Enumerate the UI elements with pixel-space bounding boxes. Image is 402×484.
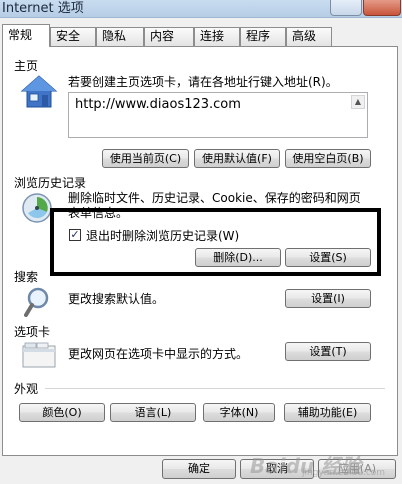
- ok-button[interactable]: 确定: [162, 459, 236, 479]
- use-default-button[interactable]: 使用默认值(F): [194, 149, 280, 168]
- tabs-description: 更改网页在选项卡中显示的方式。: [68, 347, 249, 361]
- accessibility-button[interactable]: 辅助功能(E): [284, 403, 371, 422]
- tabs-settings-button[interactable]: 设置(T): [285, 342, 371, 361]
- languages-button[interactable]: 语言(L): [110, 403, 196, 422]
- minimize-button[interactable]: [330, 0, 362, 16]
- baidu-watermark-url: jingyan.baidu.com: [302, 468, 386, 478]
- tab-advanced[interactable]: 高级: [286, 27, 332, 46]
- highlight-box: [50, 208, 381, 276]
- homepage-url-field[interactable]: http://www.diaos123.com ▲: [68, 92, 368, 138]
- search-description: 更改搜索默认值。: [68, 292, 165, 306]
- tab-content[interactable]: 内容: [144, 27, 194, 46]
- homepage-url-value: http://www.diaos123.com: [75, 97, 241, 112]
- magnifier-icon: [24, 285, 56, 319]
- appearance-section-label: 外观: [14, 382, 39, 396]
- scroll-up-arrow-icon[interactable]: ▲: [351, 95, 365, 109]
- tab-security[interactable]: 安全: [50, 27, 96, 46]
- window-title: Internet 选项: [2, 1, 84, 16]
- tabs-section-label: 选项卡: [14, 325, 51, 339]
- history-section-label: 浏览历史记录: [14, 176, 87, 190]
- tab-general[interactable]: 常规: [2, 24, 50, 47]
- use-blank-button[interactable]: 使用空白页(B): [285, 149, 371, 168]
- house-icon: [20, 74, 58, 110]
- search-settings-button[interactable]: 设置(I): [285, 289, 371, 308]
- homepage-description: 若要创建主页选项卡，请在各地址行键入地址(R)。: [68, 75, 338, 89]
- title-bar: Internet 选项: [0, 0, 402, 18]
- colors-button[interactable]: 颜色(O): [19, 403, 105, 422]
- use-current-button[interactable]: 使用当前页(C): [102, 149, 189, 168]
- tab-programs[interactable]: 程序: [240, 27, 286, 46]
- tabs-icon: [22, 342, 56, 368]
- homepage-section-label: 主页: [14, 59, 39, 73]
- close-button[interactable]: [363, 0, 401, 16]
- tab-connections[interactable]: 连接: [194, 27, 240, 46]
- appearance-divider: [45, 388, 385, 389]
- tab-privacy[interactable]: 隐私: [96, 27, 144, 46]
- fonts-button[interactable]: 字体(N): [203, 403, 275, 422]
- search-section-label: 搜索: [14, 270, 39, 284]
